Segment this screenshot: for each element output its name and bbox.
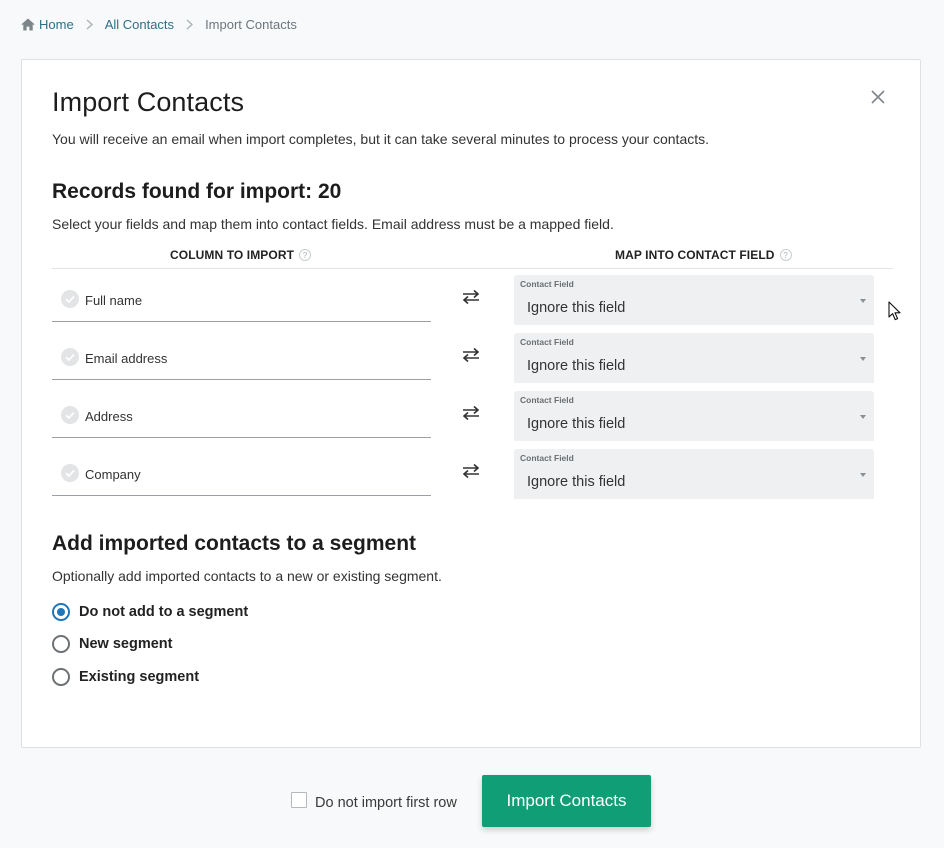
- mapping-row: Address Contact Field Ignore this field: [52, 391, 874, 449]
- radio-new-segment[interactable]: New segment: [52, 635, 172, 653]
- contact-field-caption: Contact Field: [520, 337, 574, 347]
- page-subtitle: You will receive an email when import co…: [52, 131, 710, 147]
- radio-button[interactable]: [52, 635, 70, 653]
- skip-first-row-option[interactable]: Do not import first row: [291, 789, 457, 811]
- breadcrumb: Home All Contacts Import Contacts: [21, 17, 297, 32]
- caret-down-icon: [860, 473, 866, 477]
- contact-field-caption: Contact Field: [520, 453, 574, 463]
- source-column-label: Email address: [85, 351, 168, 366]
- check-circle-icon: [61, 406, 79, 424]
- chevron-right-icon: [86, 19, 93, 30]
- breadcrumb-all-contacts-link[interactable]: All Contacts: [105, 17, 174, 32]
- check-circle-icon: [61, 290, 79, 308]
- records-description: Select your fields and map them into con…: [52, 216, 614, 232]
- caret-down-icon: [860, 415, 866, 419]
- help-circle-icon[interactable]: ?: [779, 249, 792, 261]
- close-icon[interactable]: [870, 89, 886, 105]
- caret-down-icon: [860, 357, 866, 361]
- breadcrumb-home-label: Home: [39, 17, 74, 32]
- radio-existing-segment[interactable]: Existing segment: [52, 668, 199, 686]
- contact-field-select[interactable]: Contact Field Ignore this field: [514, 333, 874, 383]
- source-column-field: Company: [52, 449, 431, 496]
- contact-field-select[interactable]: Contact Field Ignore this field: [514, 391, 874, 441]
- check-circle-icon: [61, 348, 79, 366]
- check-circle-icon: [61, 464, 79, 482]
- contact-field-caption: Contact Field: [520, 279, 574, 289]
- mapping-row: Full name Contact Field Ignore this fiel…: [52, 275, 874, 333]
- column-to-import-header: COLUMN TO IMPORT ?: [170, 248, 312, 262]
- column-to-import-label: COLUMN TO IMPORT: [170, 248, 295, 262]
- source-column-field: Full name: [52, 275, 431, 322]
- records-found-heading: Records found for import: 20: [52, 180, 342, 203]
- help-circle-icon[interactable]: ?: [299, 249, 312, 261]
- mapping-row: Company Contact Field Ignore this field: [52, 449, 874, 507]
- source-column-label: Full name: [85, 293, 143, 308]
- home-icon: [21, 18, 35, 31]
- contact-field-value: Ignore this field: [527, 416, 626, 432]
- swap-arrows-icon: [461, 463, 481, 479]
- caret-down-icon: [860, 299, 866, 303]
- radio-label: New segment: [79, 636, 173, 652]
- contact-field-value: Ignore this field: [527, 300, 626, 316]
- map-into-contact-field-label: MAP INTO CONTACT FIELD: [615, 248, 775, 262]
- segment-description: Optionally add imported contacts to a ne…: [52, 568, 442, 584]
- source-column-field: Address: [52, 391, 431, 438]
- breadcrumb-current: Import Contacts: [205, 17, 297, 32]
- contact-field-select[interactable]: Contact Field Ignore this field: [514, 275, 874, 325]
- map-into-contact-field-header: MAP INTO CONTACT FIELD ?: [615, 248, 792, 262]
- swap-arrows-icon: [461, 405, 481, 421]
- source-column-label: Company: [85, 467, 141, 482]
- radio-label: Do not add to a segment: [79, 604, 249, 620]
- source-column-field: Email address: [52, 333, 431, 380]
- contact-field-value: Ignore this field: [527, 474, 626, 490]
- page-title: Import Contacts: [52, 87, 245, 117]
- import-contacts-button[interactable]: Import Contacts: [482, 775, 651, 827]
- header-divider: [52, 268, 893, 269]
- contact-field-select[interactable]: Contact Field Ignore this field: [514, 449, 874, 499]
- contact-field-caption: Contact Field: [520, 395, 574, 405]
- swap-arrows-icon: [461, 289, 481, 305]
- import-contacts-panel: Import Contacts You will receive an emai…: [21, 59, 921, 748]
- radio-do-not-add[interactable]: Do not add to a segment: [52, 603, 248, 621]
- mouse-pointer-icon: [888, 301, 902, 321]
- source-column-label: Address: [85, 409, 133, 424]
- segment-heading: Add imported contacts to a segment: [52, 532, 417, 555]
- radio-label: Existing segment: [79, 669, 200, 685]
- swap-arrows-icon: [461, 347, 481, 363]
- skip-first-row-checkbox[interactable]: [291, 792, 307, 808]
- mapping-row: Email address Contact Field Ignore this …: [52, 333, 874, 391]
- skip-first-row-label: Do not import first row: [315, 795, 457, 811]
- contact-field-value: Ignore this field: [527, 358, 626, 374]
- chevron-right-icon: [186, 19, 194, 30]
- breadcrumb-home-link[interactable]: Home: [21, 17, 74, 32]
- radio-button[interactable]: [52, 668, 70, 686]
- radio-button[interactable]: [52, 603, 70, 621]
